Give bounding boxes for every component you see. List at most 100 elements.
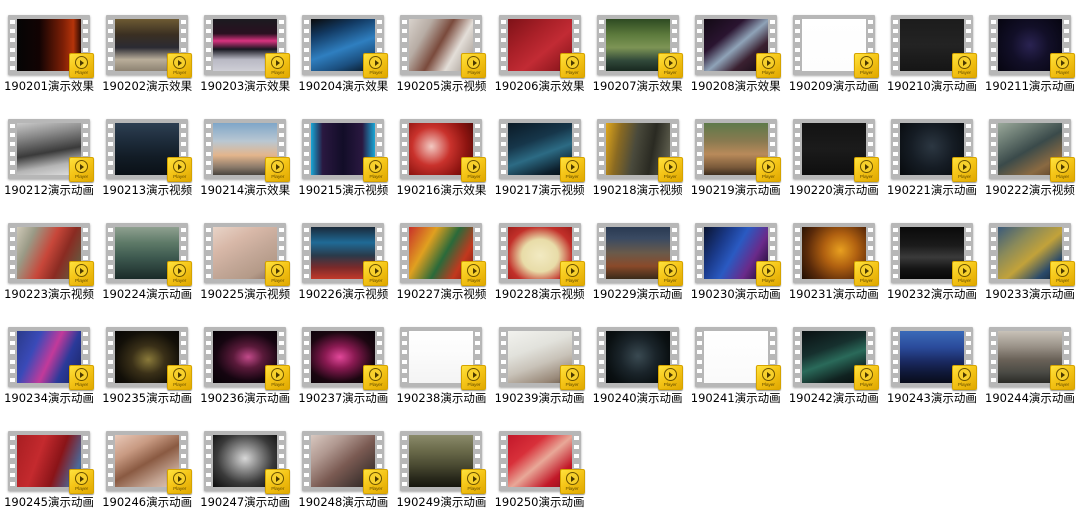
- player-overlay-badge[interactable]: Player: [559, 261, 585, 286]
- file-thumbnail[interactable]: Player: [302, 431, 389, 494]
- file-thumbnail[interactable]: Player: [988, 327, 1075, 390]
- file-item-16[interactable]: Player 190217演示视频: [490, 110, 588, 214]
- file-item-9[interactable]: Player 190210演示动画: [883, 6, 981, 110]
- file-thumbnail[interactable]: Player: [890, 119, 977, 182]
- file-thumbnail[interactable]: Player: [400, 119, 487, 182]
- file-thumbnail[interactable]: Player: [694, 223, 781, 286]
- file-item-18[interactable]: Player 190219演示动画: [687, 110, 785, 214]
- player-overlay-badge[interactable]: Player: [755, 157, 781, 182]
- file-item-24[interactable]: Player 190225演示视频: [196, 214, 294, 318]
- file-thumbnail[interactable]: Player: [204, 327, 291, 390]
- file-item-41[interactable]: Player 190242演示动画: [785, 318, 883, 422]
- file-thumbnail[interactable]: Player: [8, 15, 95, 78]
- file-item-26[interactable]: Player 190227演示视频: [392, 214, 490, 318]
- player-overlay-badge[interactable]: Player: [461, 53, 487, 78]
- file-thumbnail[interactable]: Player: [400, 431, 487, 494]
- file-item-6[interactable]: Player 190207演示效果: [589, 6, 687, 110]
- player-overlay-badge[interactable]: Player: [265, 261, 291, 286]
- file-thumbnail[interactable]: Player: [498, 223, 585, 286]
- file-item-32[interactable]: Player 190233演示动画: [981, 214, 1079, 318]
- file-item-0[interactable]: Player 190201演示效果: [0, 6, 98, 110]
- player-overlay-badge[interactable]: Player: [853, 261, 879, 286]
- file-item-15[interactable]: Player 190216演示效果: [392, 110, 490, 214]
- file-thumbnail[interactable]: Player: [596, 223, 683, 286]
- file-item-43[interactable]: Player 190244演示动画: [981, 318, 1079, 422]
- file-thumbnail[interactable]: Player: [890, 327, 977, 390]
- player-overlay-badge[interactable]: Player: [853, 365, 879, 390]
- file-item-39[interactable]: Player 190240演示动画: [589, 318, 687, 422]
- player-overlay-badge[interactable]: Player: [559, 157, 585, 182]
- file-thumbnail[interactable]: Player: [596, 327, 683, 390]
- file-item-35[interactable]: Player 190236演示动画: [196, 318, 294, 422]
- file-item-42[interactable]: Player 190243演示动画: [883, 318, 981, 422]
- file-item-21[interactable]: Player 190222演示视频: [981, 110, 1079, 214]
- player-overlay-badge[interactable]: Player: [363, 53, 389, 78]
- file-thumbnail[interactable]: Player: [106, 223, 193, 286]
- file-item-46[interactable]: Player 190247演示动画: [196, 422, 294, 526]
- file-thumbnail[interactable]: Player: [498, 15, 585, 78]
- file-item-31[interactable]: Player 190232演示动画: [883, 214, 981, 318]
- player-overlay-badge[interactable]: Player: [363, 365, 389, 390]
- player-overlay-badge[interactable]: Player: [1049, 261, 1075, 286]
- file-thumbnail[interactable]: Player: [400, 15, 487, 78]
- player-overlay-badge[interactable]: Player: [265, 469, 291, 494]
- file-thumbnail[interactable]: Player: [988, 119, 1075, 182]
- file-item-44[interactable]: Player 190245演示动画: [0, 422, 98, 526]
- file-thumbnail[interactable]: Player: [106, 15, 193, 78]
- file-thumbnail[interactable]: Player: [890, 15, 977, 78]
- player-overlay-badge[interactable]: Player: [853, 53, 879, 78]
- file-item-23[interactable]: Player 190224演示动画: [98, 214, 196, 318]
- player-overlay-badge[interactable]: Player: [363, 261, 389, 286]
- file-item-36[interactable]: Player 190237演示动画: [294, 318, 392, 422]
- file-thumbnail[interactable]: Player: [8, 223, 95, 286]
- thumbnail-grid[interactable]: Player 190201演示效果 Player 190202演示效果 Play…: [0, 0, 1080, 526]
- player-overlay-badge[interactable]: Player: [363, 157, 389, 182]
- player-overlay-badge[interactable]: Player: [265, 157, 291, 182]
- player-overlay-badge[interactable]: Player: [657, 365, 683, 390]
- file-item-19[interactable]: Player 190220演示动画: [785, 110, 883, 214]
- player-overlay-badge[interactable]: Player: [657, 53, 683, 78]
- file-thumbnail[interactable]: Player: [204, 431, 291, 494]
- player-overlay-badge[interactable]: Player: [951, 157, 977, 182]
- file-thumbnail[interactable]: Player: [8, 119, 95, 182]
- file-item-7[interactable]: Player 190208演示效果: [687, 6, 785, 110]
- file-thumbnail[interactable]: Player: [792, 223, 879, 286]
- player-overlay-badge[interactable]: Player: [167, 469, 193, 494]
- file-thumbnail[interactable]: Player: [400, 223, 487, 286]
- file-item-25[interactable]: Player 190226演示视频: [294, 214, 392, 318]
- file-thumbnail[interactable]: Player: [302, 223, 389, 286]
- file-thumbnail[interactable]: Player: [890, 223, 977, 286]
- file-thumbnail[interactable]: Player: [204, 15, 291, 78]
- player-overlay-badge[interactable]: Player: [461, 157, 487, 182]
- player-overlay-badge[interactable]: Player: [167, 261, 193, 286]
- player-overlay-badge[interactable]: Player: [755, 53, 781, 78]
- player-overlay-badge[interactable]: Player: [167, 157, 193, 182]
- file-item-1[interactable]: Player 190202演示效果: [98, 6, 196, 110]
- file-item-38[interactable]: Player 190239演示动画: [490, 318, 588, 422]
- player-overlay-badge[interactable]: Player: [69, 53, 95, 78]
- file-thumbnail[interactable]: Player: [302, 119, 389, 182]
- file-thumbnail[interactable]: Player: [106, 327, 193, 390]
- file-item-12[interactable]: Player 190213演示视频: [98, 110, 196, 214]
- player-overlay-badge[interactable]: Player: [559, 53, 585, 78]
- file-thumbnail[interactable]: Player: [106, 119, 193, 182]
- player-overlay-badge[interactable]: Player: [265, 53, 291, 78]
- player-overlay-badge[interactable]: Player: [1049, 53, 1075, 78]
- file-item-5[interactable]: Player 190206演示效果: [490, 6, 588, 110]
- file-item-4[interactable]: Player 190205演示视频: [392, 6, 490, 110]
- file-thumbnail[interactable]: Player: [8, 327, 95, 390]
- file-thumbnail[interactable]: Player: [792, 119, 879, 182]
- player-overlay-badge[interactable]: Player: [461, 261, 487, 286]
- file-item-40[interactable]: Player 190241演示动画: [687, 318, 785, 422]
- file-thumbnail[interactable]: Player: [498, 327, 585, 390]
- file-thumbnail[interactable]: Player: [694, 119, 781, 182]
- file-item-10[interactable]: Player 190211演示动画: [981, 6, 1079, 110]
- file-item-48[interactable]: Player 190249演示动画: [392, 422, 490, 526]
- player-overlay-badge[interactable]: Player: [559, 365, 585, 390]
- player-overlay-badge[interactable]: Player: [69, 365, 95, 390]
- file-item-34[interactable]: Player 190235演示动画: [98, 318, 196, 422]
- file-thumbnail[interactable]: Player: [498, 119, 585, 182]
- player-overlay-badge[interactable]: Player: [69, 261, 95, 286]
- player-overlay-badge[interactable]: Player: [853, 157, 879, 182]
- player-overlay-badge[interactable]: Player: [167, 53, 193, 78]
